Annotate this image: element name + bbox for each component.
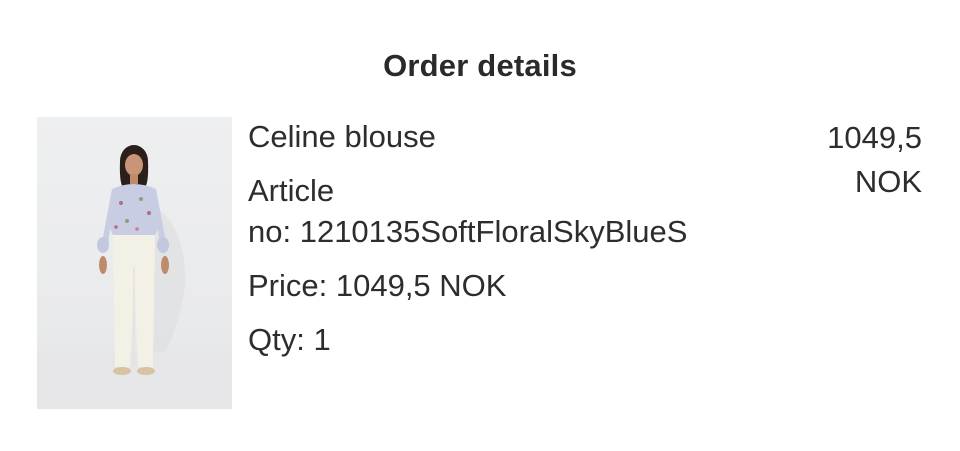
line-total-amount: 1049,5 xyxy=(827,120,922,155)
item-article-number: Article no: 1210135SoftFloralSkyBlueS xyxy=(248,170,768,252)
article-label: Article xyxy=(248,173,335,208)
item-details: Celine blouse Article no: 1210135SoftFlo… xyxy=(248,116,768,360)
product-photo[interactable] xyxy=(37,117,232,409)
page-title: Order details xyxy=(383,48,577,83)
line-total: 1049,5 NOK xyxy=(782,116,922,204)
item-price: Price: 1049,5 NOK xyxy=(248,268,507,303)
article-value: no: 1210135SoftFloralSkyBlueS xyxy=(248,214,688,249)
model-illustration xyxy=(37,145,232,409)
item-name[interactable]: Celine blouse xyxy=(248,116,768,157)
item-quantity: Qty: 1 xyxy=(248,322,331,357)
line-total-currency: NOK xyxy=(854,164,922,199)
